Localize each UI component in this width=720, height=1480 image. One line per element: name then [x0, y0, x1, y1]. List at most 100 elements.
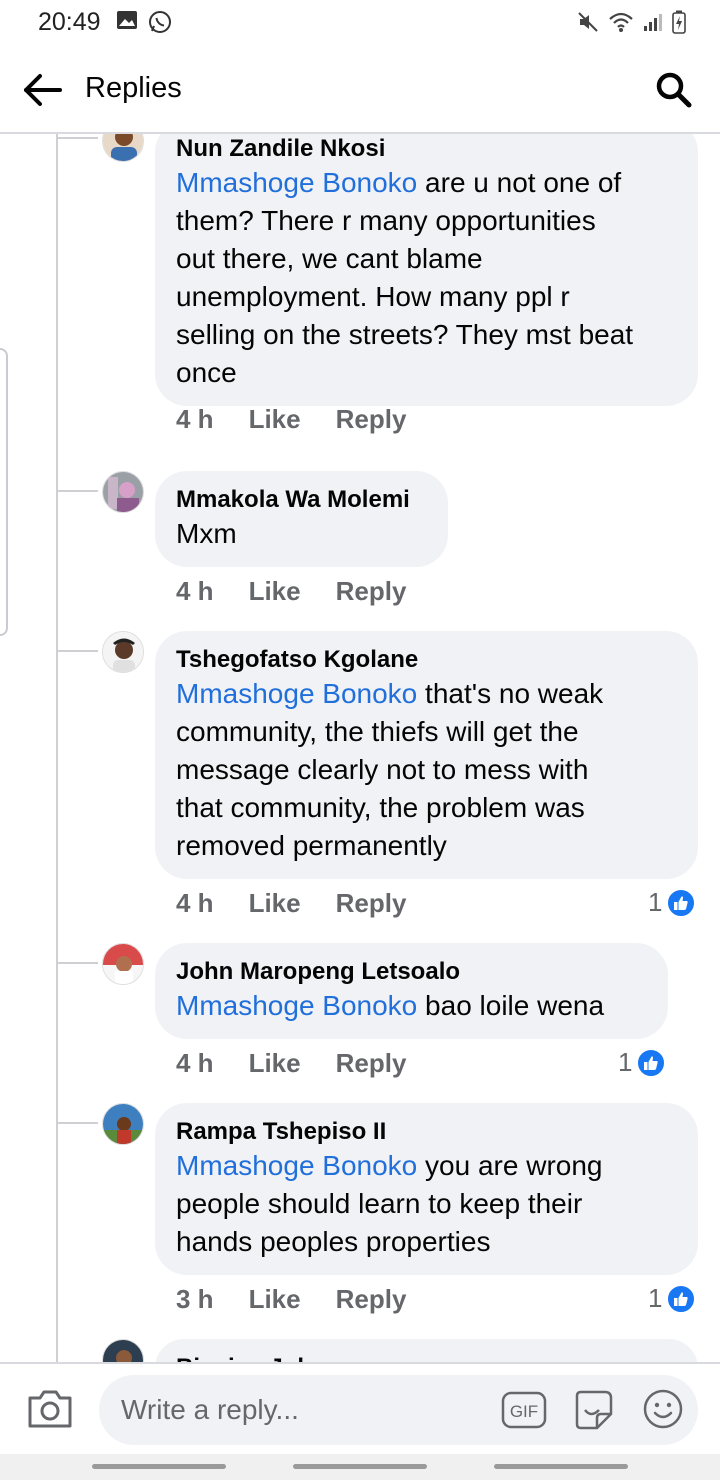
- comment-time: 4 h: [176, 404, 214, 434]
- back-button[interactable]: [18, 66, 66, 114]
- sticker-icon: [575, 1390, 613, 1430]
- avatar[interactable]: [102, 1103, 144, 1145]
- nav-home[interactable]: [293, 1464, 427, 1469]
- reply-composer: GIF: [0, 1362, 720, 1454]
- gif-button[interactable]: GIF: [501, 1391, 547, 1429]
- reply-input[interactable]: [121, 1375, 481, 1445]
- reply-button[interactable]: Reply: [336, 1284, 407, 1315]
- avatar[interactable]: [102, 1339, 144, 1362]
- scroll-edge: [0, 348, 8, 636]
- gif-icon: GIF: [501, 1391, 547, 1429]
- mention-link[interactable]: Mmashoge Bonoko: [176, 1150, 417, 1181]
- sticker-button[interactable]: [571, 1388, 615, 1432]
- comment-time: 4 h: [176, 888, 214, 918]
- reaction-count: 1: [648, 887, 663, 917]
- reaction-count: 1: [618, 1047, 633, 1077]
- thumbs-up-icon: [666, 1283, 697, 1314]
- thread-connector: [58, 137, 98, 139]
- camera-icon: [28, 1390, 72, 1428]
- comment-line: people should learn to keep their: [176, 1188, 583, 1219]
- mention-link[interactable]: Mmashoge Bonoko: [176, 990, 417, 1021]
- comment-line: community, the thiefs will get the: [176, 716, 579, 747]
- comment-bubble[interactable]: Mmakola Wa Molemi Mxm: [155, 471, 448, 567]
- comment-bubble[interactable]: Tshegofatso Kgolane Mmashoge Bonoko that…: [155, 631, 698, 879]
- mention-link[interactable]: Mmashoge Bonoko: [176, 678, 417, 709]
- reaction-count: 1: [648, 1283, 663, 1313]
- comment-actions: 3 h Like Reply: [176, 1284, 441, 1315]
- reply-field[interactable]: GIF: [99, 1375, 698, 1445]
- comment-time: 3 h: [176, 1284, 214, 1314]
- whatsapp-icon: [149, 11, 171, 33]
- back-arrow-icon: [24, 74, 62, 106]
- comment-line: Mxm: [176, 518, 237, 549]
- status-left-icons: [116, 10, 172, 34]
- thread-connector: [58, 1122, 98, 1124]
- reply-button[interactable]: Reply: [336, 576, 407, 607]
- comment-line: out there, we cant blame: [176, 243, 483, 274]
- nav-recents[interactable]: [92, 1464, 226, 1469]
- thread-connector: [58, 490, 98, 492]
- status-time: 20:49: [38, 8, 101, 36]
- emoji-button[interactable]: [642, 1388, 684, 1430]
- thread-connector: [58, 962, 98, 964]
- comment-text: Mxm: [176, 515, 426, 553]
- reaction-summary[interactable]: 1: [648, 1283, 697, 1314]
- thread-line: [56, 134, 58, 1362]
- comment-line: that community, the problem was: [176, 792, 585, 823]
- like-button[interactable]: Like: [249, 1284, 301, 1315]
- comment-bubble[interactable]: Rampa Tshepiso II Mmashoge Bonoko you ar…: [155, 1103, 698, 1275]
- comment-line: them? There r many opportunities: [176, 205, 596, 236]
- signal-icon: [644, 14, 662, 31]
- reply-button[interactable]: Reply: [336, 404, 407, 435]
- comment-actions: 4 h Like Reply: [176, 576, 441, 607]
- comment-bubble[interactable]: Nun Zandile Nkosi Mmashoge Bonoko are u …: [155, 134, 698, 406]
- comment-time: 4 h: [176, 576, 214, 606]
- replies-thread[interactable]: Nun Zandile Nkosi Mmashoge Bonoko are u …: [0, 134, 720, 1362]
- comment-author[interactable]: Nun Zandile Nkosi: [176, 134, 676, 164]
- comment-author[interactable]: Bigvian Johannes: [176, 1353, 676, 1362]
- like-button[interactable]: Like: [249, 404, 301, 435]
- wifi-icon: [609, 12, 633, 32]
- comment-text: Mmashoge Bonoko that's no weak community…: [176, 675, 676, 865]
- battery-charging-icon: [672, 10, 686, 34]
- like-button[interactable]: Like: [249, 1048, 301, 1079]
- nav-back[interactable]: [494, 1464, 628, 1469]
- comment-line: are u not one of: [425, 167, 622, 198]
- comment-bubble[interactable]: Bigvian Johannes: [155, 1339, 698, 1362]
- avatar[interactable]: [102, 134, 144, 162]
- reaction-summary[interactable]: 1: [648, 887, 697, 918]
- comment-line: unemployment. How many ppl r: [176, 281, 570, 312]
- comment-actions: 4 h Like Reply: [176, 404, 441, 435]
- app-bar: Replies: [0, 46, 720, 134]
- comment-author[interactable]: Mmakola Wa Molemi: [176, 485, 426, 515]
- comment-line: that's no weak: [425, 678, 604, 709]
- system-nav-bar: [0, 1454, 720, 1480]
- comment-bubble[interactable]: John Maropeng Letsoalo Mmashoge Bonoko b…: [155, 943, 668, 1039]
- reaction-summary[interactable]: 1: [618, 1047, 667, 1078]
- comment-line: hands peoples properties: [176, 1226, 491, 1257]
- reply-button[interactable]: Reply: [336, 1048, 407, 1079]
- comment-text: Mmashoge Bonoko are u not one of them? T…: [176, 164, 676, 392]
- gif-label: GIF: [510, 1402, 538, 1421]
- search-button[interactable]: [650, 66, 698, 114]
- page-title: Replies: [85, 72, 182, 104]
- comment-time: 4 h: [176, 1048, 214, 1078]
- avatar[interactable]: [102, 631, 144, 673]
- comment-author[interactable]: John Maropeng Letsoalo: [176, 957, 646, 987]
- camera-button[interactable]: [26, 1386, 74, 1430]
- comment-actions: 4 h Like Reply: [176, 888, 441, 919]
- search-icon: [656, 72, 692, 108]
- comment-author[interactable]: Rampa Tshepiso II: [176, 1117, 676, 1147]
- thumbs-up-icon: [666, 887, 697, 918]
- avatar[interactable]: [102, 471, 144, 513]
- comment-line: you are wrong: [425, 1150, 603, 1181]
- comment-author[interactable]: Tshegofatso Kgolane: [176, 645, 676, 675]
- comment-line: bao loile wena: [425, 990, 605, 1021]
- reply-button[interactable]: Reply: [336, 888, 407, 919]
- thread-connector: [58, 650, 98, 652]
- avatar[interactable]: [102, 943, 144, 985]
- like-button[interactable]: Like: [249, 576, 301, 607]
- comment-line: selling on the streets? They mst beat: [176, 319, 634, 350]
- mention-link[interactable]: Mmashoge Bonoko: [176, 167, 417, 198]
- like-button[interactable]: Like: [249, 888, 301, 919]
